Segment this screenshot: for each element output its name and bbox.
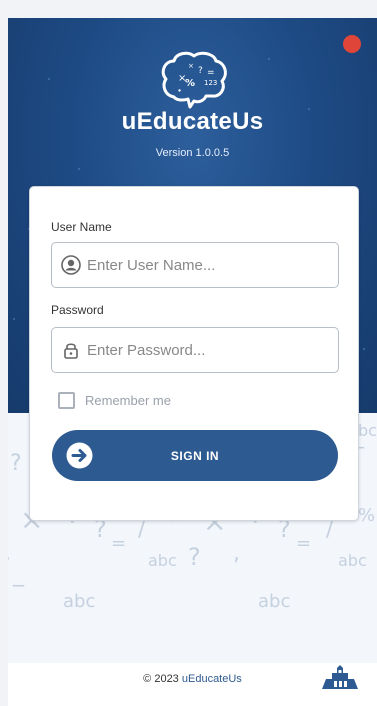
arrow-right-circle-icon: [66, 442, 93, 469]
user-circle-icon: [61, 255, 81, 275]
password-input[interactable]: [87, 341, 317, 359]
svg-text:?: ?: [198, 66, 203, 76]
svg-text:∙: ∙: [177, 86, 182, 95]
lock-icon: [61, 340, 81, 360]
svg-text:=: =: [207, 68, 215, 78]
username-input[interactable]: [87, 256, 317, 274]
copyright-brand: uEducateUs: [181, 673, 242, 685]
status-dot-icon: [343, 35, 361, 53]
sign-in-button[interactable]: SIGN IN: [52, 430, 338, 481]
copyright-prefix: © 2023: [143, 673, 182, 685]
svg-text:×: ×: [188, 62, 194, 70]
building-icon: [322, 665, 358, 689]
sign-in-label: SIGN IN: [170, 448, 220, 463]
password-field[interactable]: [51, 327, 339, 373]
svg-text:123: 123: [204, 79, 217, 87]
svg-text:%: %: [185, 78, 195, 89]
remember-me-row[interactable]: Remember me: [58, 392, 171, 409]
remember-me-checkbox[interactable]: [58, 392, 75, 409]
footer: © 2023 uEducateUs: [8, 663, 377, 706]
password-label: Password: [51, 303, 104, 317]
login-card: User Name Password: [29, 186, 359, 521]
username-field[interactable]: [51, 242, 339, 288]
app-version: Version 1.0.0.5: [155, 147, 230, 159]
remember-me-label[interactable]: Remember me: [85, 393, 171, 408]
brain-symbols-icon: × × ? = % 123 ∙: [161, 51, 227, 109]
app-title: uEducateUs: [121, 108, 264, 135]
login-screen: × × ? = % 123 ∙ uEducateUs Version 1.0.0…: [8, 18, 377, 706]
username-label: User Name: [51, 220, 112, 234]
